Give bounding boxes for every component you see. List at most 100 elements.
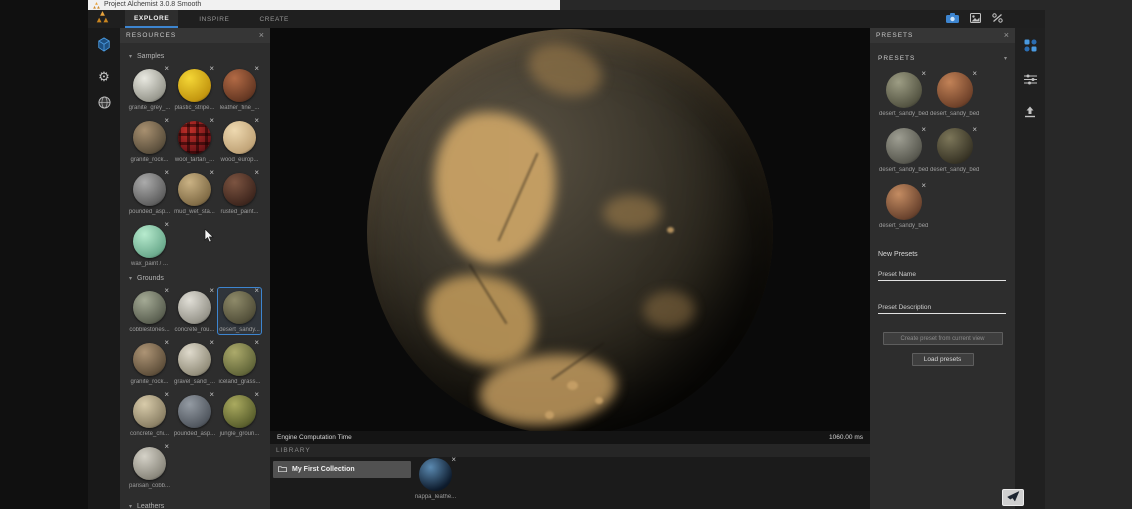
remove-icon[interactable]: × — [164, 65, 169, 73]
remove-icon[interactable]: × — [254, 117, 259, 125]
material-thumbnail[interactable]: ×iceland_grass... — [217, 339, 262, 387]
remove-icon[interactable]: × — [209, 339, 214, 347]
remove-icon[interactable]: × — [164, 443, 169, 451]
remove-icon[interactable]: × — [164, 391, 169, 399]
material-thumbnail[interactable]: ×rusted_paint... — [217, 169, 262, 217]
material-sphere — [937, 128, 973, 164]
create-preset-button[interactable]: Create preset from current view — [883, 332, 1003, 345]
section-leathers[interactable]: ▾ Leathers — [129, 503, 263, 509]
remove-icon[interactable]: × — [254, 65, 259, 73]
render-viewport[interactable] — [270, 28, 870, 431]
library-material-thumbnail[interactable]: × nappa_leathe... — [413, 458, 458, 500]
left-toolbar: ⚙ — [88, 28, 120, 509]
material-sphere — [133, 395, 166, 428]
material-thumbnail[interactable]: ×plastic_stripe... — [172, 65, 217, 113]
material-sphere — [223, 291, 256, 324]
collection-item[interactable]: My First Collection — [273, 461, 411, 478]
material-thumbnail-selected[interactable]: ×desert_sandy... — [217, 287, 262, 335]
sliders-icon[interactable] — [1024, 72, 1037, 90]
material-sphere — [178, 173, 211, 206]
library-title: LIBRARY — [276, 447, 311, 454]
remove-icon[interactable]: × — [164, 117, 169, 125]
render-globe-icon[interactable] — [98, 96, 111, 114]
material-preview-sphere[interactable] — [367, 29, 773, 431]
remove-icon[interactable]: × — [209, 169, 214, 177]
tab-create[interactable]: CREATE — [250, 10, 297, 28]
upload-icon[interactable] — [1024, 105, 1036, 123]
tab-inspire[interactable]: INSPIRE — [190, 10, 238, 28]
chevron-down-icon: ▾ — [1004, 55, 1007, 62]
materials-cube-icon[interactable] — [97, 37, 111, 57]
section-samples[interactable]: ▾ Samples — [129, 53, 263, 60]
material-thumbnail[interactable]: ×granite_grey_... — [127, 65, 172, 113]
preset-description-input[interactable] — [878, 301, 1006, 314]
section-grounds[interactable]: ▾ Grounds — [129, 275, 263, 282]
preset-thumbnail[interactable]: ×desert_sandy_bed... — [930, 72, 979, 117]
remove-icon[interactable]: × — [209, 117, 214, 125]
material-thumbnail[interactable]: ×concrete_rou... — [172, 287, 217, 335]
material-thumbnail[interactable]: ×wool_tartan_... — [172, 117, 217, 165]
screenshot-icon[interactable] — [970, 10, 981, 28]
tools-icon[interactable] — [992, 10, 1003, 28]
engine-statusbar: Engine Computation Time 1060.00 ms — [270, 431, 870, 444]
remove-icon[interactable]: × — [254, 169, 259, 177]
resources-body[interactable]: ▾ Samples ×granite_grey_... ×plastic_str… — [120, 43, 270, 509]
send-button[interactable] — [1002, 489, 1024, 506]
preset-thumbnail[interactable]: ×desert_sandy_bed... — [879, 72, 928, 117]
paper-plane-icon — [1007, 489, 1020, 507]
camera-icon[interactable] — [946, 10, 959, 28]
material-thumbnail[interactable]: ×wood_europ... — [217, 117, 262, 165]
settings-gear-icon[interactable]: ⚙ — [98, 70, 110, 83]
close-icon[interactable]: × — [259, 31, 264, 40]
remove-icon[interactable]: × — [209, 391, 214, 399]
remove-icon[interactable]: × — [164, 221, 169, 229]
material-sphere — [223, 69, 256, 102]
material-thumbnail[interactable]: ×concrete_chi... — [127, 391, 172, 439]
engine-time-value: 1060.00 ms — [829, 434, 863, 441]
material-thumbnail[interactable]: ×parisan_cobb... — [127, 443, 172, 491]
crater-detail — [545, 411, 554, 419]
preset-name-input[interactable] — [878, 268, 1006, 281]
remove-icon[interactable]: × — [209, 287, 214, 295]
menubar-right-icons — [946, 10, 1003, 28]
presets-grid-icon[interactable] — [1024, 39, 1037, 57]
remove-icon[interactable]: × — [164, 287, 169, 295]
material-thumbnail[interactable]: ×jungle_groun... — [217, 391, 262, 439]
material-thumbnail[interactable]: ×leather_fine_... — [217, 65, 262, 113]
material-thumbnail[interactable]: ×gravel_sand_... — [172, 339, 217, 387]
material-thumbnail[interactable]: ×pounded_asp... — [172, 391, 217, 439]
remove-icon[interactable]: × — [921, 125, 926, 134]
remove-icon[interactable]: × — [164, 169, 169, 177]
material-sphere — [178, 343, 211, 376]
material-sphere — [886, 184, 922, 220]
preset-thumbnail[interactable]: ×desert_sandy_bed... — [879, 128, 928, 173]
remove-icon[interactable]: × — [254, 287, 259, 295]
presets-dropdown[interactable]: PRESETS ▾ — [870, 50, 1015, 66]
material-thumbnail[interactable]: ×granite_rock... — [127, 117, 172, 165]
material-thumbnail[interactable]: ×granite_rock... — [127, 339, 172, 387]
remove-icon[interactable]: × — [209, 65, 214, 73]
remove-icon[interactable]: × — [921, 181, 926, 190]
tab-explore[interactable]: EXPLORE — [125, 10, 178, 28]
remove-icon[interactable]: × — [254, 339, 259, 347]
material-sphere — [133, 343, 166, 376]
material-thumbnail[interactable]: ×cobblestones... — [127, 287, 172, 335]
close-icon[interactable]: × — [1004, 31, 1009, 40]
preset-thumbnail[interactable]: ×desert_sandy_bed... — [879, 184, 928, 229]
remove-icon[interactable]: × — [972, 69, 977, 78]
remove-icon[interactable]: × — [254, 391, 259, 399]
resources-panel: RESOURCES × ▾ Samples ×granite_grey_... … — [120, 28, 270, 509]
material-sphere — [133, 173, 166, 206]
remove-icon[interactable]: × — [972, 125, 977, 134]
sand-patch — [521, 34, 609, 105]
load-presets-button[interactable]: Load presets — [912, 353, 974, 366]
material-sphere — [133, 291, 166, 324]
preset-thumbnail[interactable]: ×desert_sandy_bed... — [930, 128, 979, 173]
remove-icon[interactable]: × — [921, 69, 926, 78]
material-thumbnail[interactable]: ×mud_wet_sta... — [172, 169, 217, 217]
material-thumbnail[interactable]: ×wax_paint / ... — [127, 221, 172, 269]
material-sphere — [178, 291, 211, 324]
remove-icon[interactable]: × — [164, 339, 169, 347]
material-thumbnail[interactable]: ×pounded_asp... — [127, 169, 172, 217]
remove-icon[interactable]: × — [451, 455, 456, 464]
